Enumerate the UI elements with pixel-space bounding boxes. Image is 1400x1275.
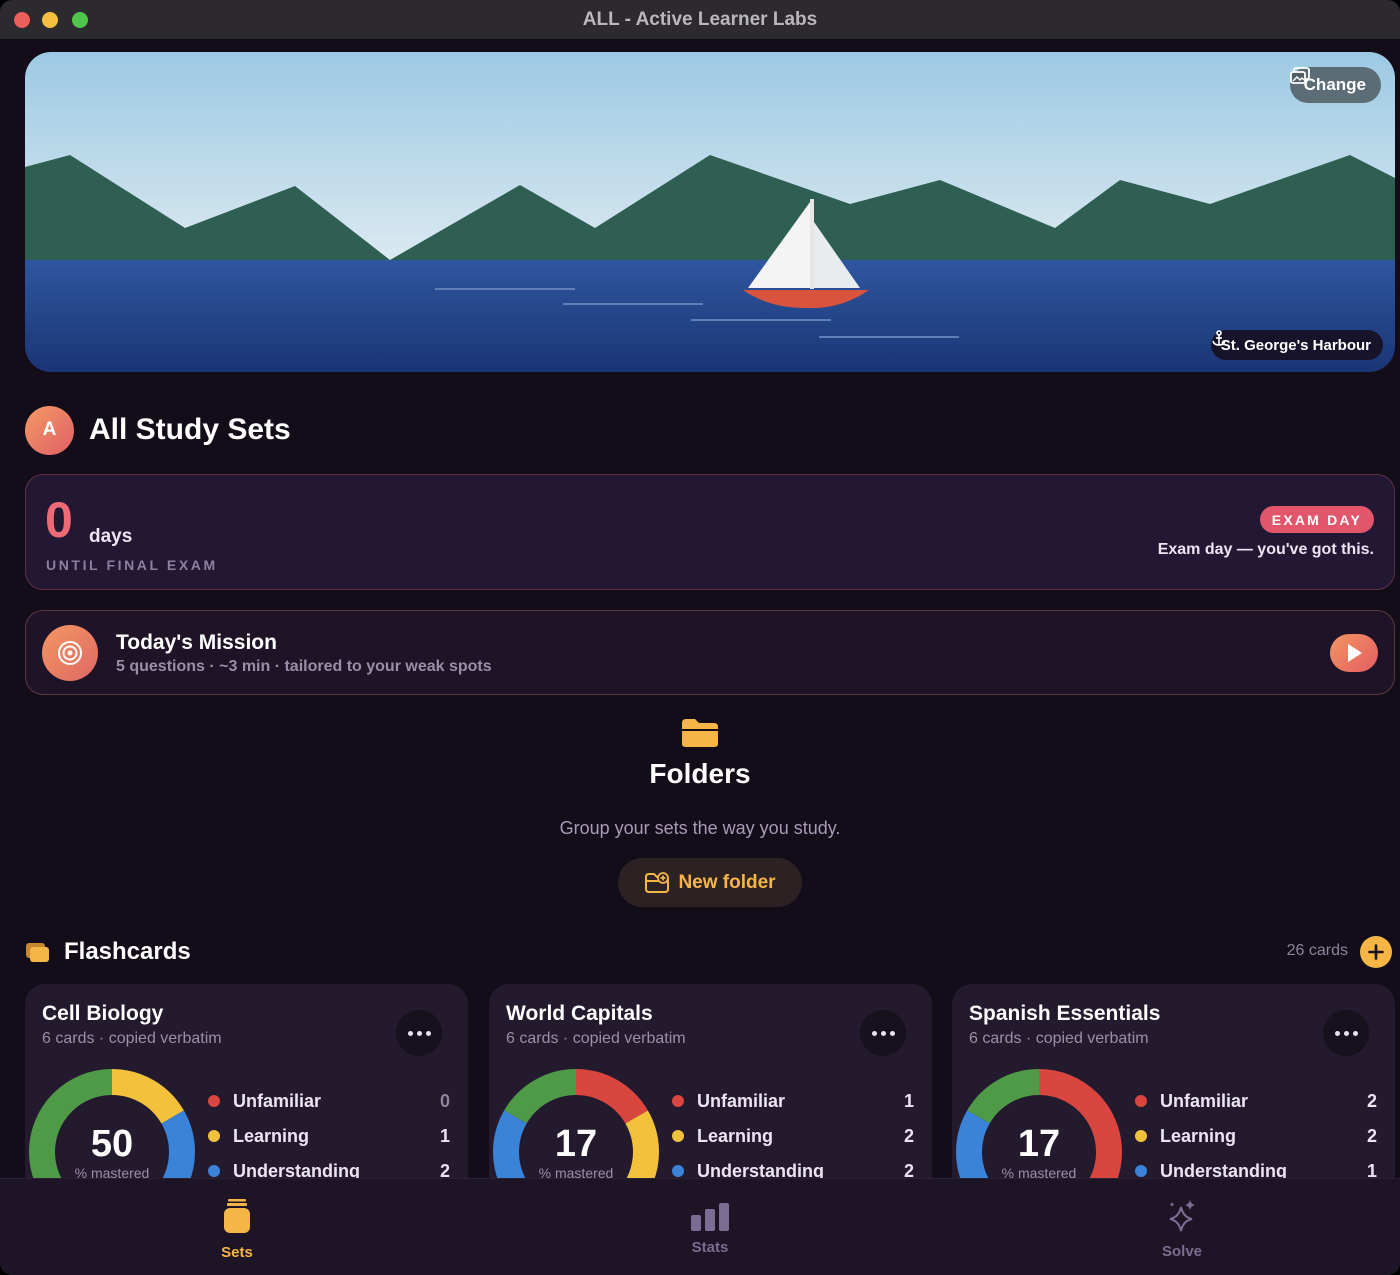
bar-chart-icon (610, 1203, 810, 1231)
set-name: World Capitals (506, 1002, 653, 1025)
target-icon (42, 625, 98, 681)
learning-dot (1135, 1130, 1147, 1142)
todays-mission-card[interactable]: Today's Mission 5 questions · ~3 min · t… (25, 610, 1395, 695)
days-until-exam: 0 (45, 492, 73, 548)
plus-icon (1368, 944, 1384, 960)
legend-value: 2 (903, 1125, 914, 1146)
change-background-button[interactable]: Change (1289, 67, 1381, 103)
legend-unfamiliar: Unfamiliar 0 (208, 1089, 450, 1113)
flashcards-count: 26 cards (1286, 942, 1348, 959)
tab-label: Sets (221, 1244, 253, 1261)
page-title: All Study Sets (89, 413, 291, 446)
mission-title: Today's Mission (116, 631, 277, 654)
play-icon (1348, 644, 1362, 662)
legend-learning: Learning 2 (1135, 1124, 1377, 1148)
anchor-icon (1211, 330, 1226, 346)
legend-label: Learning (233, 1125, 310, 1146)
set-more-button[interactable] (396, 1010, 442, 1056)
folders-subtitle: Group your sets the way you study. (559, 818, 841, 838)
mastered-percent: 17 (554, 1123, 598, 1165)
exam-message: Exam day — you've got this. (1157, 541, 1374, 558)
set-name: Spanish Essentials (969, 1002, 1161, 1025)
legend-label: Unfamiliar (697, 1090, 786, 1111)
legend-learning: Learning 2 (672, 1124, 914, 1148)
legend-value: 0 (439, 1090, 450, 1111)
legend-value: 1 (439, 1125, 450, 1146)
folders-title: Folders (649, 758, 751, 789)
exam-countdown-card[interactable]: 0 days UNTIL FINAL EXAM EXAM DAY Exam da… (25, 474, 1395, 590)
add-set-button[interactable] (1360, 936, 1392, 968)
sparkles-icon (1082, 1199, 1282, 1233)
understanding-dot (672, 1165, 684, 1177)
mastered-percent: 17 (1017, 1123, 1061, 1165)
cards-stack-icon (26, 943, 49, 962)
tab-sets[interactable]: Sets (137, 1179, 337, 1275)
learning-dot (208, 1130, 220, 1142)
set-more-button[interactable] (860, 1010, 906, 1056)
hero-banner: Change St. George's Harbour (25, 52, 1395, 372)
unfamiliar-dot (672, 1095, 684, 1107)
tab-bar: Sets Stats Solve (0, 1178, 1400, 1275)
start-mission-button[interactable] (1330, 634, 1378, 672)
mission-subtitle: 5 questions · ~3 min · tailored to your … (116, 658, 492, 675)
learning-dot (672, 1130, 684, 1142)
folder-icon (682, 719, 718, 747)
tab-solve[interactable]: Solve (1082, 1179, 1282, 1275)
until-final-exam-label: UNTIL FINAL EXAM (46, 557, 218, 573)
location-badge: St. George's Harbour (1210, 330, 1383, 360)
folders-empty-state: Folders Group your sets the way you stud… (0, 718, 1400, 839)
legend-value: 1 (903, 1090, 914, 1111)
title-bar: ALL - Active Learner Labs (0, 0, 1400, 40)
understanding-dot (208, 1165, 220, 1177)
mastered-percent: 50 (90, 1123, 134, 1165)
set-meta: 6 cards · copied verbatim (969, 1030, 1149, 1047)
legend-label: Learning (697, 1125, 774, 1146)
legend-label: Unfamiliar (233, 1090, 322, 1111)
folder-plus-icon (645, 871, 670, 893)
understanding-dot (1135, 1165, 1147, 1177)
set-meta: 6 cards · copied verbatim (506, 1030, 686, 1047)
new-folder-button[interactable]: New folder (618, 858, 802, 907)
tab-label: Stats (691, 1239, 729, 1256)
flashcards-title: Flashcards (64, 938, 191, 965)
photos-icon (1289, 67, 1310, 84)
legend-label: Unfamiliar (1160, 1090, 1249, 1111)
set-meta: 6 cards · copied verbatim (42, 1030, 222, 1047)
legend-unfamiliar: Unfamiliar 2 (1135, 1089, 1377, 1113)
avatar[interactable]: A (25, 405, 74, 455)
legend-value: 2 (1366, 1125, 1377, 1146)
flashcards-header: Flashcards (25, 936, 191, 968)
set-name: Cell Biology (42, 1002, 164, 1025)
unfamiliar-dot (208, 1095, 220, 1107)
tab-stats[interactable]: Stats (610, 1179, 810, 1275)
location-label: St. George's Harbour (1220, 336, 1371, 354)
tab-label: Solve (1161, 1243, 1203, 1260)
exam-day-badge: EXAM DAY (1259, 506, 1374, 533)
legend-value: 2 (1366, 1090, 1377, 1111)
jar-icon (137, 1197, 337, 1235)
days-unit-label: days (89, 526, 133, 547)
window-title: ALL - Active Learner Labs (582, 9, 818, 30)
legend-label: Learning (1160, 1125, 1237, 1146)
set-more-button[interactable] (1323, 1010, 1369, 1056)
harbour-illustration (25, 52, 1395, 372)
change-background-label: Change (1303, 75, 1366, 94)
app-window: ALL - Active Learner Labs Change St. Geo… (0, 0, 1400, 1275)
legend-unfamiliar: Unfamiliar 1 (672, 1089, 914, 1113)
legend-learning: Learning 1 (208, 1124, 450, 1148)
page-header: A All Study Sets (25, 405, 291, 455)
unfamiliar-dot (1135, 1095, 1147, 1107)
new-folder-label: New folder (678, 871, 776, 893)
